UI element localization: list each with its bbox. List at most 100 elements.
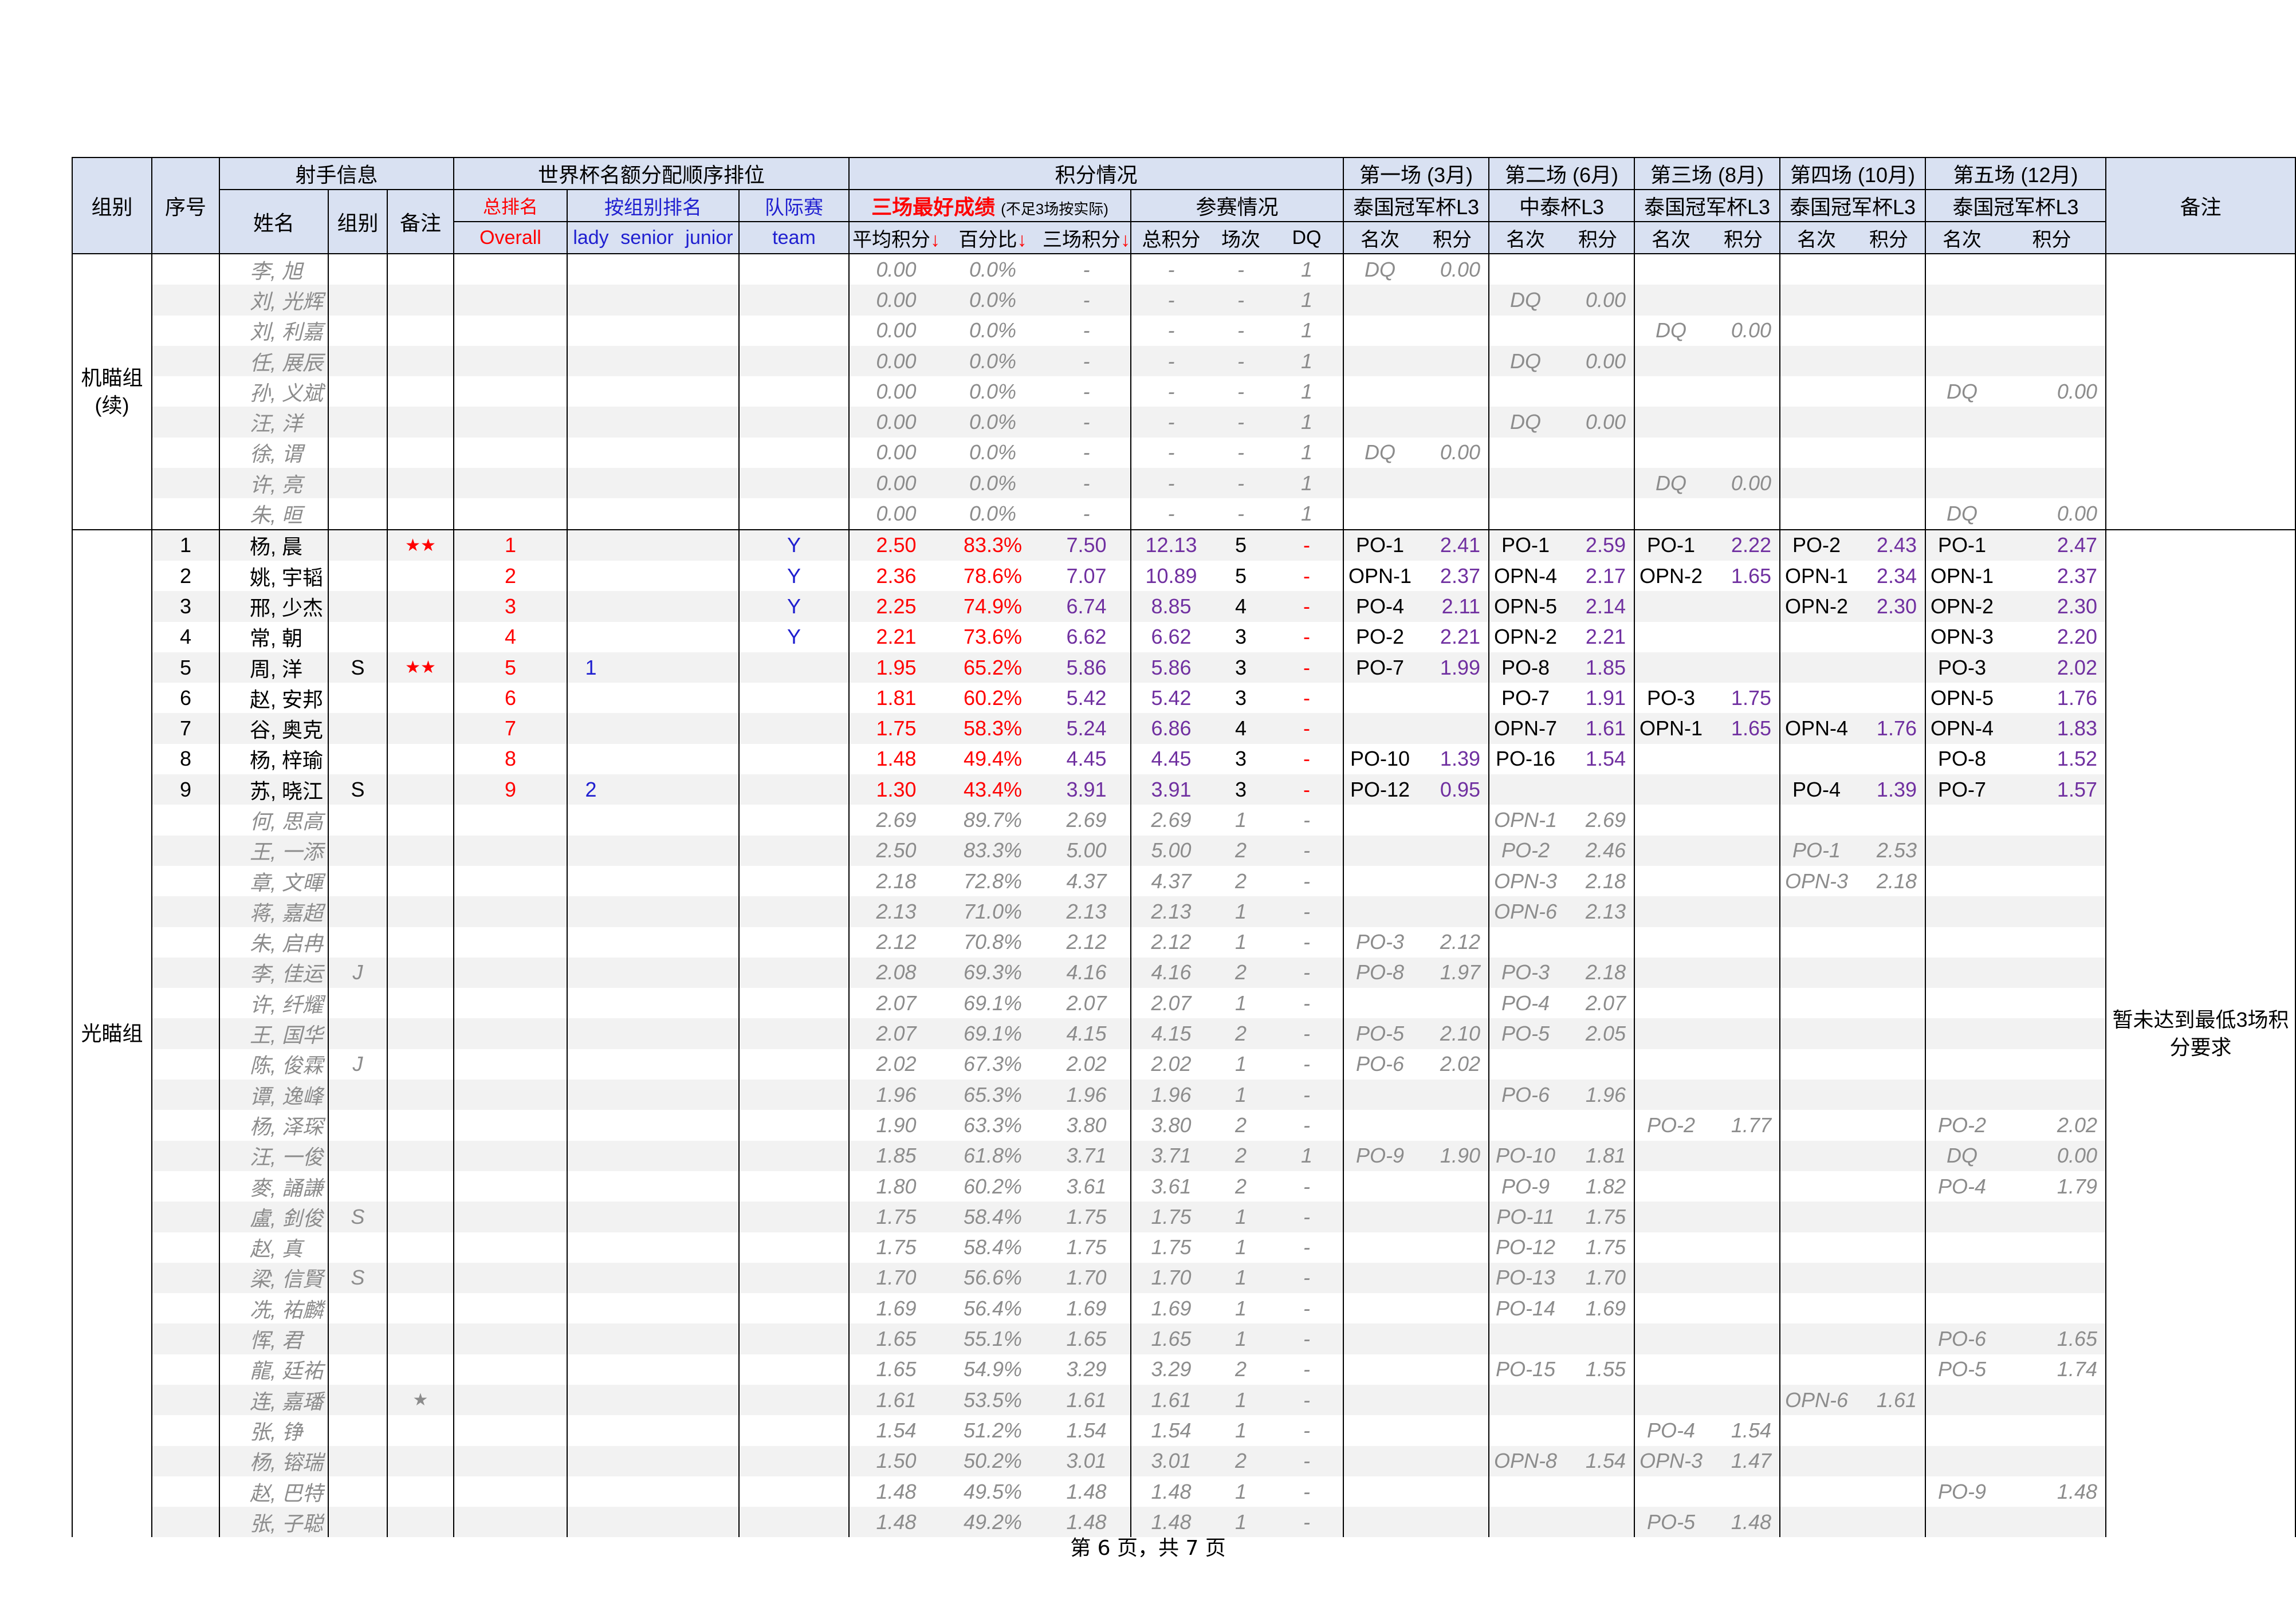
- round-4-place: [1779, 498, 1853, 530]
- round-4-place: [1779, 407, 1853, 438]
- senior-rank: [614, 927, 680, 958]
- round-3-place: [1634, 345, 1707, 377]
- round-4-place: [1779, 1080, 1853, 1110]
- team-flag: Y: [738, 621, 849, 652]
- team-flag: [738, 1415, 849, 1446]
- remark-star-icon: [387, 1080, 454, 1110]
- round-1-score: [1416, 1354, 1489, 1385]
- round-3-score: 1.75: [1731, 686, 1771, 710]
- round-4-score: [1853, 1262, 1925, 1294]
- shooter-name: 杨, 梓瑜: [219, 743, 328, 775]
- round-5-score: [1998, 835, 2106, 866]
- round-4-score: [1853, 744, 1925, 774]
- round-2-place: PO-14: [1488, 1293, 1562, 1324]
- row-seq: [151, 1202, 219, 1232]
- lady-rank: [567, 1476, 614, 1507]
- round-3-score: [1707, 1384, 1780, 1416]
- percentage: 60.2%: [963, 1174, 1023, 1198]
- round-1-place: PO-3: [1343, 927, 1416, 958]
- lady-rank: [567, 468, 614, 499]
- round-1-score: [1416, 805, 1489, 835]
- overall-rank: [453, 1171, 567, 1202]
- dq-count: -: [1303, 1418, 1310, 1442]
- round-5-score: 1.57: [1998, 774, 2106, 805]
- header-round-2: 第二场 (6月): [1488, 157, 1634, 190]
- senior-rank: [614, 683, 680, 713]
- round-2-score: [1562, 1110, 1634, 1140]
- round-4-score: [1853, 927, 1925, 958]
- best3-score: 4.16: [1043, 957, 1131, 988]
- overall-rank: 1: [453, 529, 567, 561]
- total-score: 5.86: [1130, 652, 1211, 683]
- round-1-score: [1416, 407, 1489, 438]
- avg-score: 0.00: [848, 315, 943, 346]
- round-1-place: [1343, 1384, 1416, 1416]
- shooter-category: J: [328, 957, 387, 988]
- best3-score: -: [1083, 318, 1090, 342]
- round-5-place: [1925, 1262, 1998, 1294]
- table-row: 8 杨, 梓瑜 8 1.48 49.4% 4.45 4.45 3- PO-10 1.39 PO-16…: [72, 743, 2295, 775]
- dq-count: 1: [1271, 1140, 1343, 1171]
- round-5-score: 2.20: [2057, 625, 2097, 649]
- round-4-score: [1853, 498, 1925, 529]
- group-label-iron: 机瞄组 (续): [72, 254, 152, 530]
- round-4-score: [1853, 1049, 1925, 1080]
- percentage: 83.3%: [943, 529, 1043, 561]
- best3-score: 2.69: [1066, 807, 1107, 832]
- percentage: 0.0%: [943, 468, 1043, 499]
- round-1-score: [1416, 1110, 1489, 1140]
- overall-rank: [453, 1232, 567, 1263]
- row-seq: [151, 1354, 219, 1385]
- match-count: 1: [1211, 896, 1271, 927]
- dq-count: -: [1303, 991, 1310, 1015]
- round-3-place: [1634, 743, 1707, 775]
- round-1-place: [1343, 805, 1416, 836]
- round-3-score: [1707, 438, 1780, 468]
- round-1-place: DQ: [1343, 437, 1416, 468]
- round-2-score: 1.75: [1562, 1202, 1634, 1232]
- round-5-score: [1998, 1384, 2106, 1416]
- best3-score: -: [1043, 285, 1131, 316]
- round-4-score: [1853, 622, 1925, 652]
- header-round-5: 第五场 (12月): [1925, 157, 2106, 190]
- lady-rank: [567, 407, 614, 438]
- round-4-score: [1853, 1140, 1925, 1171]
- table-row: 赵, 巴特 1.48 49.5% 1.48 1.48 1 - PO-9 1.48: [72, 1476, 2295, 1507]
- round-3-score: 1.77: [1731, 1113, 1771, 1137]
- row-seq: 5: [151, 652, 219, 683]
- round-1-place: [1343, 713, 1416, 744]
- percentage: 69.3%: [943, 957, 1043, 988]
- round-2-score: 0.00: [1562, 285, 1634, 316]
- round-4-score: [1853, 1110, 1925, 1140]
- round-5-score: [1998, 927, 2106, 958]
- round-4-place: [1779, 1110, 1853, 1141]
- round-3-score: [1707, 927, 1780, 958]
- round-1-place: PO-8: [1343, 957, 1416, 988]
- table-row: 刘, 利嘉 0.00 0.0% - - - 1 DQ 0.00: [72, 315, 2295, 346]
- team-flag: [738, 1110, 849, 1141]
- avg-score: 2.07: [848, 1018, 943, 1049]
- best3-score: 1.69: [1066, 1296, 1107, 1320]
- match-count: 1: [1211, 1080, 1271, 1110]
- junior-rank: [680, 561, 739, 591]
- row-seq: [151, 345, 219, 377]
- header-score-4: 积分: [1853, 221, 1925, 254]
- table-row: 5 周, 洋 S ★★ 5 1 1.95 65.2% 5.86 5.86 3- PO-7 1.99 PO-…: [72, 652, 2295, 683]
- round-2-place: [1488, 1476, 1562, 1507]
- header-group: 组别: [72, 157, 152, 254]
- dq-count: -: [1303, 869, 1310, 893]
- header-count: 场次: [1211, 221, 1271, 254]
- round-4-place: [1779, 1445, 1853, 1476]
- remark-star-icon: [387, 835, 454, 866]
- shooter-name: 汪, 洋: [219, 407, 328, 438]
- header-points: 积分情况: [848, 157, 1343, 190]
- total-score: 6.62: [1130, 621, 1211, 652]
- overall-rank: [453, 835, 567, 866]
- round-4-score: [1853, 438, 1925, 468]
- round-4-score: [1853, 254, 1925, 285]
- header-overall-en: Overall: [453, 221, 567, 254]
- remark-star-icon: [387, 988, 454, 1019]
- junior-rank: [680, 988, 739, 1018]
- round-5-place: PO-5: [1925, 1354, 1998, 1385]
- team-flag: [738, 683, 849, 714]
